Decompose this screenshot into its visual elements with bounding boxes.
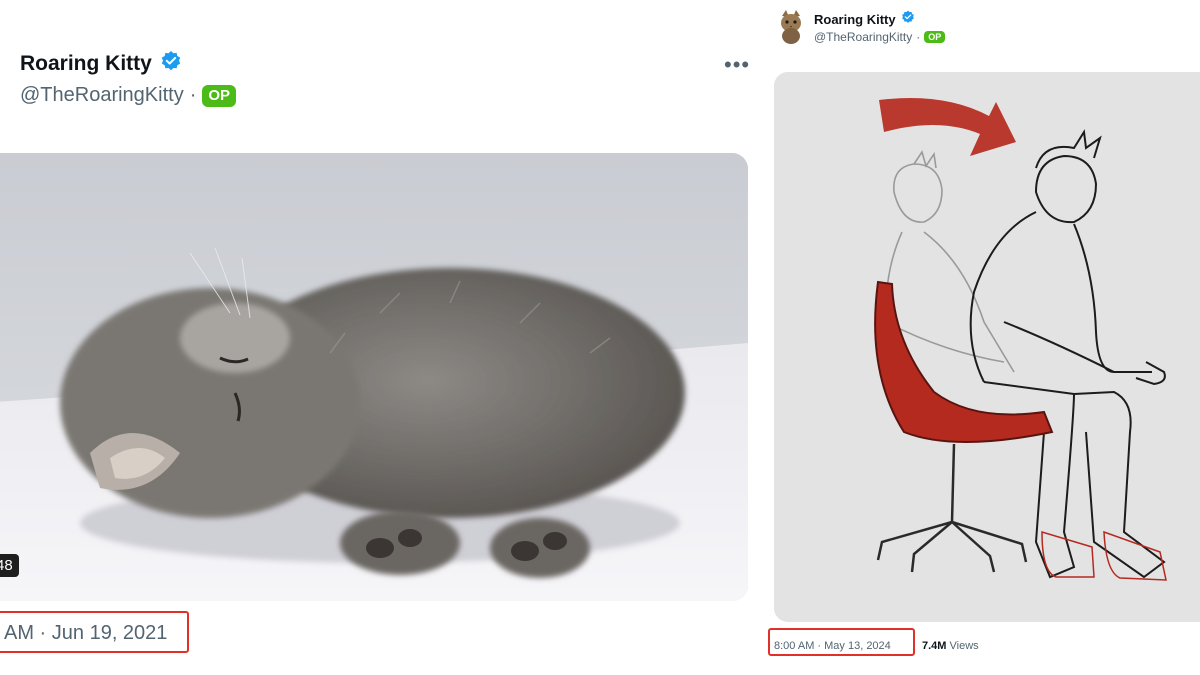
avatar[interactable] (776, 10, 806, 44)
display-name[interactable]: Roaring Kitty (20, 52, 152, 76)
views-label: Views (949, 640, 979, 652)
tweet-media-kitten[interactable] (0, 153, 748, 601)
tweet-timestamp[interactable]: 8:00 AM · May 13, 2024 (774, 640, 891, 652)
right-tweet: Roaring Kitty @TheRoaringKitty · OP 8:00… (762, 0, 1200, 675)
sleeping-kitten-photo (0, 153, 748, 601)
author-row: Roaring Kitty (20, 50, 182, 77)
tweet-timestamp[interactable]: AM · Jun 19, 2021 (4, 622, 167, 645)
video-duration-badge: 48 (0, 554, 19, 577)
handle[interactable]: @TheRoaringKitty (814, 30, 912, 44)
op-badge: OP (202, 84, 237, 107)
author-row: Roaring Kitty (814, 10, 915, 29)
verified-badge-icon (901, 10, 915, 29)
separator: · (189, 84, 197, 106)
handle-row: @TheRoaringKitty · OP (20, 84, 237, 107)
cat-avatar-icon (781, 10, 801, 44)
handle[interactable]: @TheRoaringKitty (20, 84, 184, 107)
views-number: 7.4M (922, 640, 947, 652)
separator: · (916, 30, 921, 44)
verified-badge-icon (160, 50, 182, 77)
views-count[interactable]: 7.4M Views (922, 640, 979, 652)
handle-row: @TheRoaringKitty · OP (814, 30, 946, 44)
left-tweet: Roaring Kitty @TheRoaringKitty · OP ••• (0, 0, 760, 675)
op-badge: OP (924, 31, 946, 43)
tweet-media-sketch[interactable] (774, 72, 1200, 622)
gamer-leaning-forward-sketch (774, 72, 1200, 622)
display-name[interactable]: Roaring Kitty (814, 12, 896, 27)
more-options-icon[interactable]: ••• (724, 52, 750, 78)
